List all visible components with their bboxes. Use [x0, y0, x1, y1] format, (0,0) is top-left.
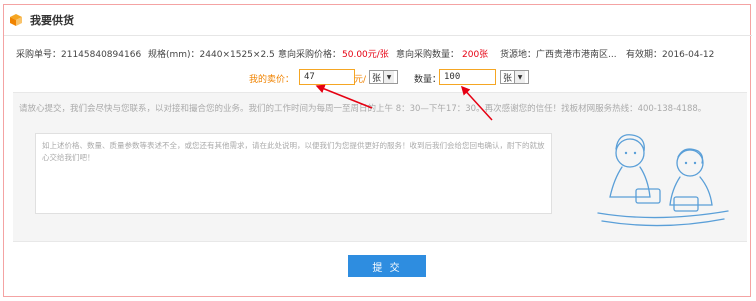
spec: 规格(mm)：2440×1525×2.5	[148, 50, 275, 60]
quantity-label: 数量：	[414, 75, 442, 85]
my-price-label: 我的卖价：	[249, 75, 295, 85]
purchase-info-row: 采购单号：21145840894166 规格(mm)：2440×1525×2.5…	[16, 47, 746, 61]
quantity-unit-select[interactable]: 张 ▼	[500, 70, 529, 84]
chevron-down-icon[interactable]: ▼	[383, 71, 395, 83]
order-number: 采购单号：21145840894166	[16, 50, 142, 60]
price-unit-select[interactable]: 张 ▼	[369, 70, 398, 84]
price-input[interactable]: 47	[299, 69, 355, 85]
page-title: 我要供货	[30, 14, 74, 27]
valid-until: 有效期：2016-04-12	[626, 50, 715, 60]
quantity-input[interactable]: 100	[439, 69, 496, 85]
box-icon	[10, 14, 22, 26]
price-unit-select-value: 张	[372, 73, 382, 84]
submit-button[interactable]: 提 交	[348, 255, 426, 277]
intent-qty-value: 200张	[462, 50, 489, 60]
origin: 货源地：广西贵港市港南区...	[500, 50, 617, 60]
intent-price-value: 50.00元/张	[342, 50, 389, 60]
title-divider	[4, 35, 752, 36]
message-textarea[interactable]: 如上述价格、数量、质量参数等表述不全，或您还有其他需求，请在此处说明，以便我们为…	[35, 133, 552, 214]
title-bar: 我要供货	[9, 10, 74, 30]
service-notice: 请放心提交，我们会尽快与您联系，以对接和撮合您的业务。我们的工作时间为每周一至周…	[19, 104, 707, 114]
chevron-down-icon[interactable]: ▼	[514, 71, 526, 83]
intent-price-label: 意向采购价格：	[278, 50, 342, 60]
intent-qty-label: 意向采购数量：	[396, 50, 460, 60]
quantity-unit-select-value: 张	[503, 73, 513, 84]
quote-row: 我的卖价： 47 元/ 张 ▼ 数量： 100 张 ▼	[0, 69, 756, 87]
customer-service-illustration	[597, 134, 729, 227]
message-panel: 请放心提交，我们会尽快与您联系，以对接和撮合您的业务。我们的工作时间为每周一至周…	[13, 92, 747, 242]
price-unit-label: 元/	[354, 75, 367, 85]
